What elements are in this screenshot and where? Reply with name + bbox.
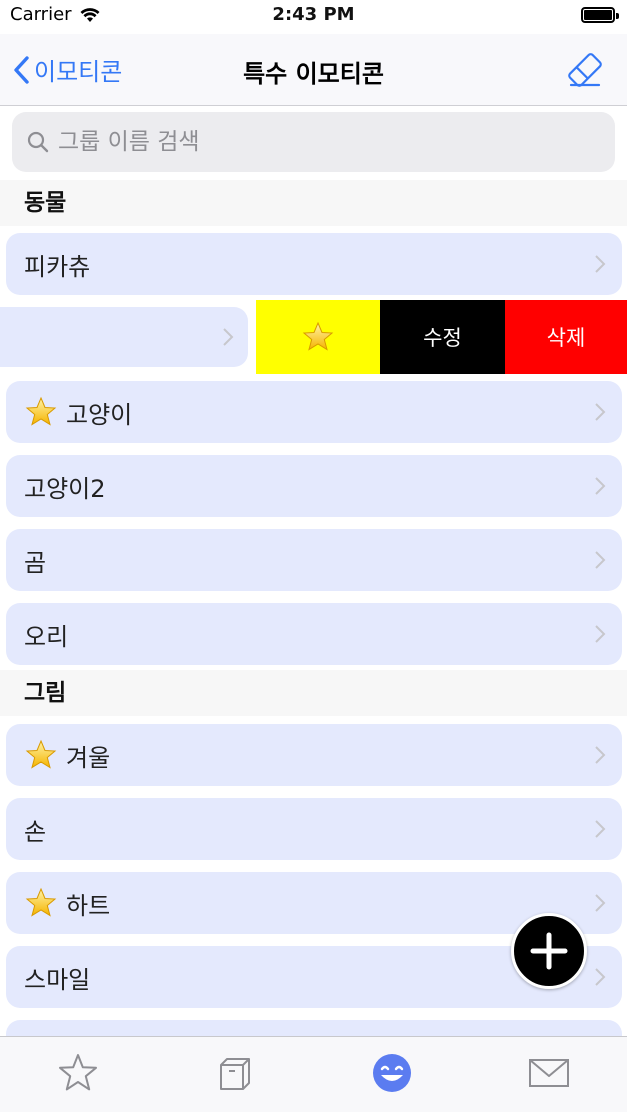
chevron-right-icon (595, 255, 606, 273)
box-icon[interactable] (213, 1051, 257, 1095)
list-item-cat2[interactable]: 고양이2 (6, 455, 622, 517)
edit-action-button[interactable]: 수정 (380, 300, 505, 374)
row-label: 곰 (24, 543, 46, 578)
navigation-bar: 이모티콘 특수 이모티콘 (0, 34, 627, 106)
list-item-bear[interactable]: 곰 (6, 529, 622, 591)
row-label: 겨울 (24, 738, 110, 773)
favorite-action-button[interactable] (256, 300, 380, 374)
chevron-right-icon (223, 328, 234, 346)
chevron-right-icon (595, 403, 606, 421)
status-bar: Carrier 2:43 PM (0, 0, 627, 34)
row-label: 피카츄 (24, 247, 90, 282)
chevron-right-icon (595, 477, 606, 495)
search-bar[interactable] (12, 112, 615, 172)
list-item-swiped[interactable] (0, 307, 248, 367)
eraser-icon[interactable] (565, 50, 605, 90)
smiley-icon[interactable] (370, 1051, 414, 1095)
row-label-text: 고양이2 (24, 474, 106, 503)
star-outline-icon[interactable] (56, 1051, 100, 1095)
back-button[interactable]: 이모티콘 (12, 52, 122, 87)
status-time: 2:43 PM (272, 4, 355, 25)
star-icon (25, 887, 57, 917)
list-item-hand[interactable]: 손 (6, 798, 622, 860)
chevron-right-icon (595, 551, 606, 569)
add-group-button[interactable] (511, 913, 587, 989)
row-label: 고양이2 (24, 469, 106, 504)
search-icon (27, 131, 49, 153)
chevron-right-icon (595, 625, 606, 643)
list-item-duck[interactable]: 오리 (6, 603, 622, 665)
tab-bar (0, 1036, 627, 1112)
row-label-text: 스마일 (24, 965, 91, 994)
row-label-text: 손 (24, 817, 47, 846)
row-label: 스마일 (24, 960, 90, 995)
battery-icon (581, 7, 619, 23)
row-label-text: 고양이 (66, 400, 133, 429)
chevron-right-icon (595, 968, 606, 986)
section-header-animals: 동물 (0, 180, 627, 226)
star-icon (302, 321, 334, 351)
mail-icon[interactable] (527, 1051, 571, 1095)
row-label-text: 하트 (66, 891, 111, 920)
plus-icon (530, 932, 568, 970)
list-item-pikachu[interactable]: 피카츄 (6, 233, 622, 295)
row-label-text: 오리 (24, 622, 69, 651)
chevron-right-icon (595, 746, 606, 764)
search-input[interactable] (58, 129, 598, 155)
section-header-pictures: 그림 (0, 670, 627, 716)
star-icon (25, 396, 57, 426)
row-label: 손 (24, 812, 46, 847)
row-label-text: 겨울 (66, 743, 111, 772)
list-item-winter[interactable]: 겨울 (6, 724, 622, 786)
star-icon (25, 739, 57, 769)
list-item-cat[interactable]: 고양이 (6, 381, 622, 443)
row-label: 고양이 (24, 395, 132, 430)
delete-action-button[interactable]: 삭제 (505, 300, 627, 374)
row-label: 하트 (24, 886, 110, 921)
chevron-right-icon (595, 820, 606, 838)
list-item-partial[interactable] (6, 1020, 622, 1036)
chevron-right-icon (595, 894, 606, 912)
chevron-left-icon (14, 55, 29, 84)
back-button-label: 이모티콘 (34, 58, 123, 86)
row-label: 오리 (24, 617, 68, 652)
row-label-text: 피카츄 (24, 252, 91, 281)
row-label-text: 곰 (24, 548, 47, 577)
